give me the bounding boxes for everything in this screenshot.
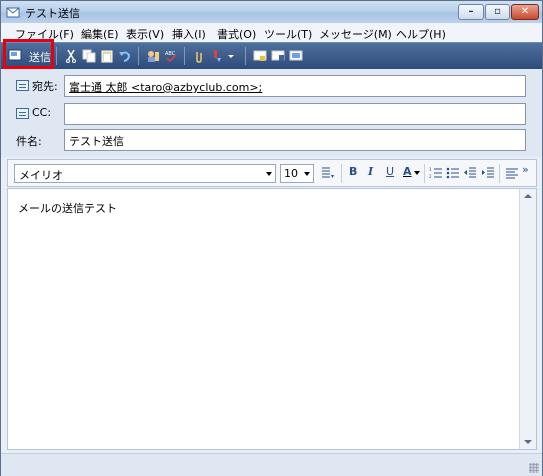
minimize-icon: – bbox=[468, 6, 474, 17]
message-body[interactable]: メールの送信テスト bbox=[7, 188, 537, 450]
font-color-button[interactable]: A bbox=[403, 165, 412, 178]
title-bar: テスト送信 – ▫ ✕ bbox=[1, 1, 542, 23]
italic-button[interactable]: I bbox=[368, 165, 373, 178]
cc-label: CC: bbox=[32, 106, 52, 119]
cc-field[interactable] bbox=[64, 103, 526, 125]
to-address-icon[interactable] bbox=[16, 80, 29, 91]
font-value: メイリオ bbox=[19, 169, 63, 182]
more-options-button[interactable]: » bbox=[522, 163, 529, 176]
chevron-down-icon bbox=[266, 172, 272, 176]
subject-value: テスト送信 bbox=[69, 135, 124, 148]
mail-icon bbox=[6, 7, 20, 18]
to-field[interactable]: 富士通 太郎 <taro@azbyclub.com>; bbox=[64, 75, 526, 97]
chevron-down-icon bbox=[304, 172, 310, 176]
priority-dropdown-icon[interactable] bbox=[226, 49, 236, 63]
status-bar bbox=[1, 453, 542, 476]
to-recipient[interactable]: 富士通 太郎 <taro@azbyclub.com>; bbox=[69, 81, 262, 94]
close-icon: ✕ bbox=[520, 6, 530, 17]
scroll-up-icon[interactable] bbox=[524, 194, 532, 198]
message-header: 宛先: 富士通 太郎 <taro@azbyclub.com>; CC: 件名: … bbox=[1, 69, 542, 157]
subject-label: 件名: bbox=[16, 135, 42, 148]
menu-format[interactable]: 書式(O) bbox=[217, 26, 256, 42]
menu-insert[interactable]: 挿入(I) bbox=[172, 26, 206, 42]
minimize-button[interactable]: – bbox=[458, 4, 484, 20]
toolbar-separator bbox=[56, 47, 57, 65]
spellcheck-icon[interactable]: ABC bbox=[164, 49, 178, 63]
address-book-icon[interactable] bbox=[146, 49, 160, 63]
send-button-highlight bbox=[3, 39, 54, 69]
attach-icon[interactable] bbox=[192, 49, 206, 63]
maximize-button[interactable]: ▫ bbox=[485, 4, 510, 20]
formatting-toolbar: メイリオ 10 B I U A 12 » bbox=[7, 159, 537, 187]
font-size-value: 10 bbox=[284, 167, 298, 180]
offline-icon[interactable] bbox=[289, 49, 303, 63]
bullet-list-icon[interactable] bbox=[446, 166, 460, 180]
menu-edit[interactable]: 編集(E) bbox=[81, 26, 119, 42]
toolbar: 送信 ABC bbox=[1, 42, 542, 70]
svg-text:1: 1 bbox=[429, 167, 432, 172]
close-button[interactable]: ✕ bbox=[511, 4, 539, 20]
numbered-list-icon[interactable]: 12 bbox=[429, 166, 443, 180]
font-select[interactable]: メイリオ bbox=[14, 164, 276, 183]
maximize-icon: ▫ bbox=[494, 6, 501, 17]
format-separator bbox=[424, 164, 425, 183]
align-icon[interactable] bbox=[505, 166, 519, 180]
scroll-down-icon[interactable] bbox=[524, 440, 532, 444]
decrease-indent-icon[interactable] bbox=[463, 166, 477, 180]
toolbar-separator bbox=[184, 47, 185, 65]
copy-icon[interactable] bbox=[82, 49, 96, 63]
paragraph-style-icon[interactable] bbox=[321, 166, 335, 180]
svg-text:2: 2 bbox=[429, 174, 432, 179]
menu-bar: ファイル(F) 編集(E) 表示(V) 挿入(I) 書式(O) ツール(T) メ… bbox=[1, 23, 542, 42]
cut-icon[interactable] bbox=[64, 49, 78, 63]
format-separator bbox=[341, 164, 342, 183]
paste-icon[interactable] bbox=[100, 49, 114, 63]
resize-grip-icon[interactable] bbox=[529, 463, 539, 473]
font-size-select[interactable]: 10 bbox=[280, 164, 314, 183]
vertical-scrollbar[interactable] bbox=[519, 189, 536, 449]
body-text: メールの送信テスト bbox=[18, 202, 117, 215]
toolbar-separator bbox=[245, 47, 246, 65]
menu-tools[interactable]: ツール(T) bbox=[264, 26, 312, 42]
menu-message[interactable]: メッセージ(M) bbox=[319, 26, 392, 42]
window-title: テスト送信 bbox=[25, 7, 80, 20]
subject-field[interactable]: テスト送信 bbox=[64, 129, 526, 151]
increase-indent-icon[interactable] bbox=[481, 166, 495, 180]
format-separator bbox=[499, 164, 500, 183]
encrypt-icon[interactable] bbox=[271, 49, 285, 63]
to-label: 宛先: bbox=[32, 80, 58, 93]
bold-button[interactable]: B bbox=[349, 165, 357, 178]
menu-view[interactable]: 表示(V) bbox=[126, 26, 164, 42]
sign-icon[interactable] bbox=[253, 49, 267, 63]
menu-help[interactable]: ヘルプ(H) bbox=[396, 26, 446, 42]
undo-icon[interactable] bbox=[118, 49, 132, 63]
cc-address-icon[interactable] bbox=[16, 108, 29, 119]
underline-button[interactable]: U bbox=[386, 165, 394, 178]
chevron-down-icon[interactable] bbox=[414, 171, 420, 175]
priority-icon[interactable] bbox=[210, 49, 224, 63]
toolbar-separator bbox=[138, 47, 139, 65]
compose-window: テスト送信 – ▫ ✕ ファイル(F) 編集(E) 表示(V) 挿入(I) 書式… bbox=[0, 0, 543, 476]
